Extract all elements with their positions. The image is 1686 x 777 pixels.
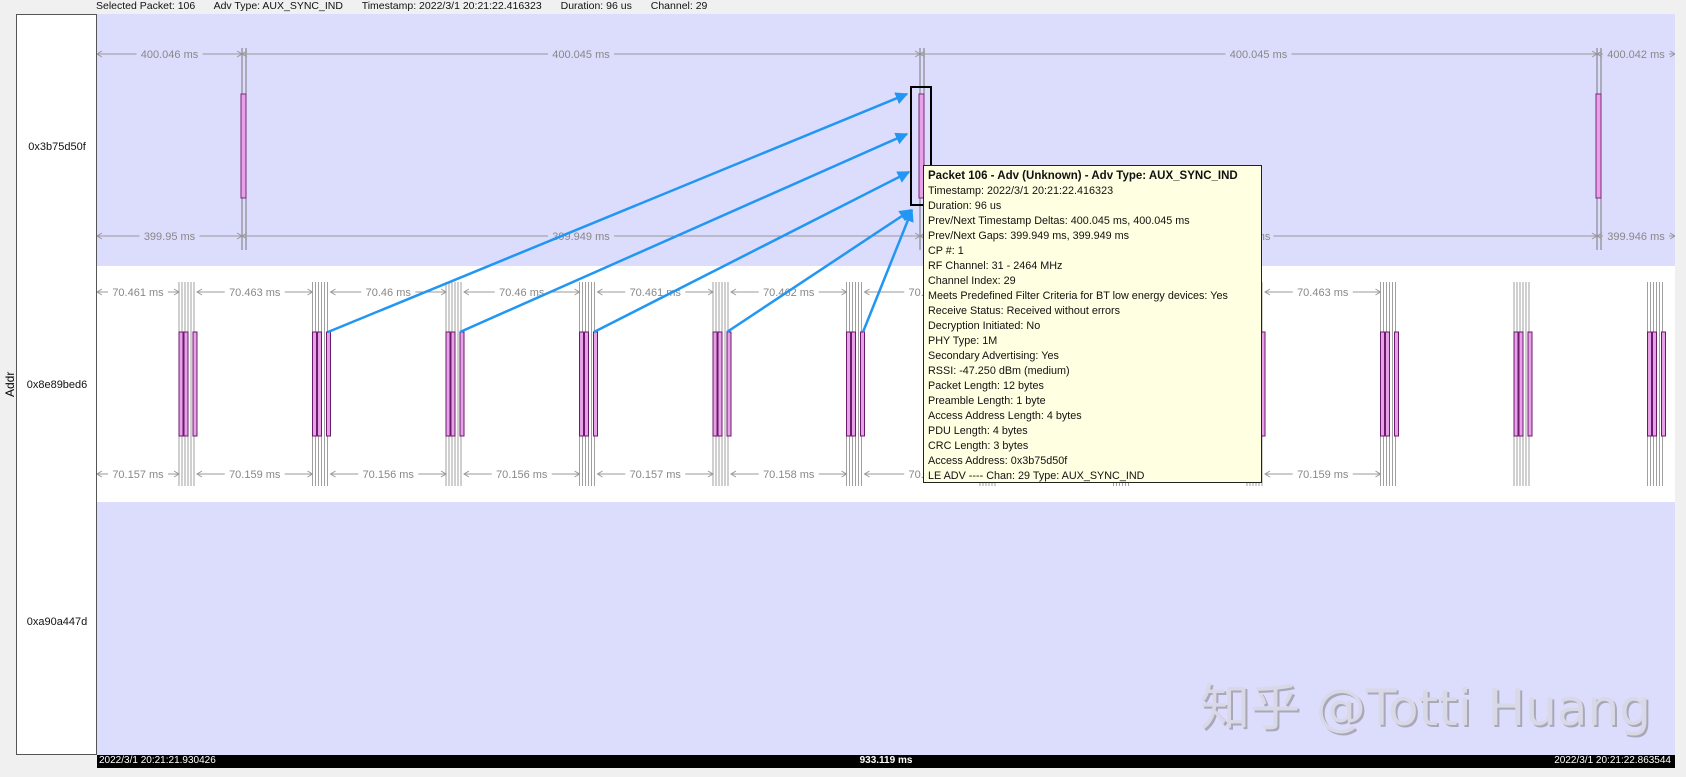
tooltip-line: Prev/Next Timestamp Deltas: 400.045 ms, … bbox=[928, 215, 1190, 227]
row2-top-delta-label: 70.461 ms bbox=[630, 287, 682, 299]
tooltip-line: Prev/Next Gaps: 399.949 ms, 399.949 ms bbox=[928, 230, 1130, 242]
packet-bar bbox=[860, 331, 865, 437]
time-range-bar: 2022/3/1 20:21:21.930426 933.119 ms 2022… bbox=[97, 755, 1675, 768]
address-label-2[interactable]: 0x8e89bed6 bbox=[17, 379, 97, 391]
tooltip-line: CP #: 1 bbox=[928, 245, 964, 257]
tooltip-line: Packet Length: 12 bytes bbox=[928, 380, 1044, 392]
packet-bar bbox=[846, 331, 851, 437]
status-bar: Selected Packet: 106 Adv Type: AUX_SYNC_… bbox=[96, 0, 723, 14]
tooltip-line: Receive Status: Received without errors bbox=[928, 305, 1121, 317]
tooltip-line: Timestamp: 2022/3/1 20:21:22.416323 bbox=[928, 185, 1114, 197]
packet-bar bbox=[312, 331, 317, 437]
tooltip-line: RF Channel: 31 - 2464 MHz bbox=[928, 260, 1063, 272]
tooltip-line: Access Address Length: 4 bytes bbox=[928, 410, 1082, 422]
row2-bottom-delta-label: 70.156 ms bbox=[496, 469, 548, 481]
row2-bottom-delta-label: 70.156 ms bbox=[363, 469, 415, 481]
packet-bar bbox=[584, 331, 589, 437]
packet-bar bbox=[178, 331, 184, 437]
tooltip-line: Duration: 96 us bbox=[928, 200, 1002, 212]
packet-bar bbox=[1380, 331, 1385, 437]
row1-bottom-delta-label: 399.95 ms bbox=[144, 231, 196, 243]
packet-bar bbox=[317, 331, 322, 437]
row1-top-delta-label: 400.045 ms bbox=[552, 49, 610, 61]
y-axis-label: Addr bbox=[3, 371, 17, 397]
row2-top-delta-label: 70.46 ms bbox=[366, 287, 412, 299]
row1-top-delta-label: 400.046 ms bbox=[141, 49, 199, 61]
tooltip-line: Decryption Initiated: No bbox=[928, 320, 1041, 332]
time-span: 933.119 ms bbox=[859, 755, 913, 766]
packet-bar bbox=[717, 331, 723, 437]
row2-top-delta-label: 70.463 ms bbox=[1297, 287, 1349, 299]
packet-bar bbox=[1652, 331, 1657, 437]
row2-bottom-delta-label: 70.157 ms bbox=[630, 469, 682, 481]
packet-bar bbox=[593, 331, 598, 437]
address-label-3[interactable]: 0xa90a447d bbox=[17, 616, 97, 628]
tooltip-line: Meets Predefined Filter Criteria for BT … bbox=[928, 290, 1228, 302]
packet-bar bbox=[450, 331, 456, 437]
selected-packet-text: Selected Packet: 106 bbox=[96, 0, 196, 12]
duration-text: Duration: 96 us bbox=[560, 0, 632, 12]
tooltip-line: Access Address: 0x3b75d50f bbox=[928, 455, 1068, 467]
packet-bar bbox=[183, 331, 189, 437]
packet-bar bbox=[1513, 331, 1519, 437]
tooltip-line: Preamble Length: 1 byte bbox=[928, 395, 1046, 407]
packet-bar bbox=[579, 331, 584, 437]
packet-bar bbox=[192, 331, 198, 437]
row2-bottom-delta-label: 70.158 ms bbox=[763, 469, 815, 481]
row-band-2 bbox=[97, 266, 1675, 502]
timestamp-text: Timestamp: 2022/3/1 20:21:22.416323 bbox=[361, 0, 542, 12]
tooltip-line: RSSI: -47.250 dBm (medium) bbox=[928, 365, 1070, 377]
tooltip-line: CRC Length: 3 bytes bbox=[928, 440, 1029, 452]
packet-bar bbox=[459, 331, 465, 437]
address-label-1[interactable]: 0x3b75d50f bbox=[17, 141, 97, 153]
timeline-canvas[interactable]: 400.046 ms399.95 ms400.045 ms399.949 ms4… bbox=[97, 14, 1675, 755]
packet-bar bbox=[240, 93, 247, 199]
packet-bar bbox=[445, 331, 451, 437]
row2-bottom-delta-label: 70.157 ms bbox=[112, 469, 164, 481]
row2-top-delta-label: 70.462 ms bbox=[763, 287, 815, 299]
row2-top-delta-label: 70.463 ms bbox=[229, 287, 281, 299]
tooltip-line: Secondary Advertising: Yes bbox=[928, 350, 1059, 362]
tooltip-line: PHY Type: 1M bbox=[928, 335, 998, 347]
y-axis: Addr bbox=[0, 14, 17, 755]
tooltip-title: Packet 106 - Adv (Unknown) - Adv Type: A… bbox=[928, 170, 1238, 182]
tooltip-lines: Timestamp: 2022/3/1 20:21:22.416323 Durat… bbox=[928, 184, 1257, 484]
adv-type-text: Adv Type: AUX_SYNC_IND bbox=[213, 0, 343, 12]
end-time: 2022/3/1 20:21:22.863544 bbox=[1554, 755, 1671, 766]
packet-bar bbox=[1661, 331, 1666, 437]
packet-bar bbox=[1385, 331, 1390, 437]
packet-bar bbox=[1647, 331, 1652, 437]
tooltip-line: LE ADV ---- Chan: 29 Type: AUX_SYNC_IND bbox=[928, 470, 1145, 482]
packet-bar bbox=[851, 331, 856, 437]
channel-text: Channel: 29 bbox=[650, 0, 708, 12]
packet-bar bbox=[1518, 331, 1524, 437]
row-band-1 bbox=[97, 14, 1675, 266]
timeline-plot[interactable]: 400.046 ms 399.95 ms 400.045 ms 399.949 ms 4… bbox=[97, 14, 1675, 755]
tooltip-line: Channel Index: 29 bbox=[928, 275, 1016, 287]
packet-bar bbox=[1595, 93, 1602, 199]
row1-top-delta-label: 400.042 ms bbox=[1607, 49, 1665, 61]
watermark: 知乎 @Totti Huang bbox=[1200, 679, 1651, 737]
row2-bottom-delta-label: 70.159 ms bbox=[229, 469, 281, 481]
packet-tooltip: Packet 106 - Adv (Unknown) - Adv Type: A… bbox=[923, 165, 1262, 483]
packet-bar bbox=[326, 331, 331, 437]
row2-bottom-delta-label: 70.159 ms bbox=[1297, 469, 1349, 481]
packet-bar bbox=[726, 331, 732, 437]
row2-top-delta-label: 70.461 ms bbox=[112, 287, 164, 299]
row1-top-delta-label: 400.045 ms bbox=[1230, 49, 1288, 61]
packet-bar bbox=[1527, 331, 1533, 437]
address-column: 0x3b75d50f 0x8e89bed6 0xa90a447d bbox=[16, 14, 97, 755]
row1-bottom-delta-label: 399.946 ms bbox=[1607, 231, 1665, 243]
packet-bar bbox=[712, 331, 718, 437]
packet-bar bbox=[1394, 331, 1399, 437]
tooltip-line: PDU Length: 4 bytes bbox=[928, 425, 1028, 437]
